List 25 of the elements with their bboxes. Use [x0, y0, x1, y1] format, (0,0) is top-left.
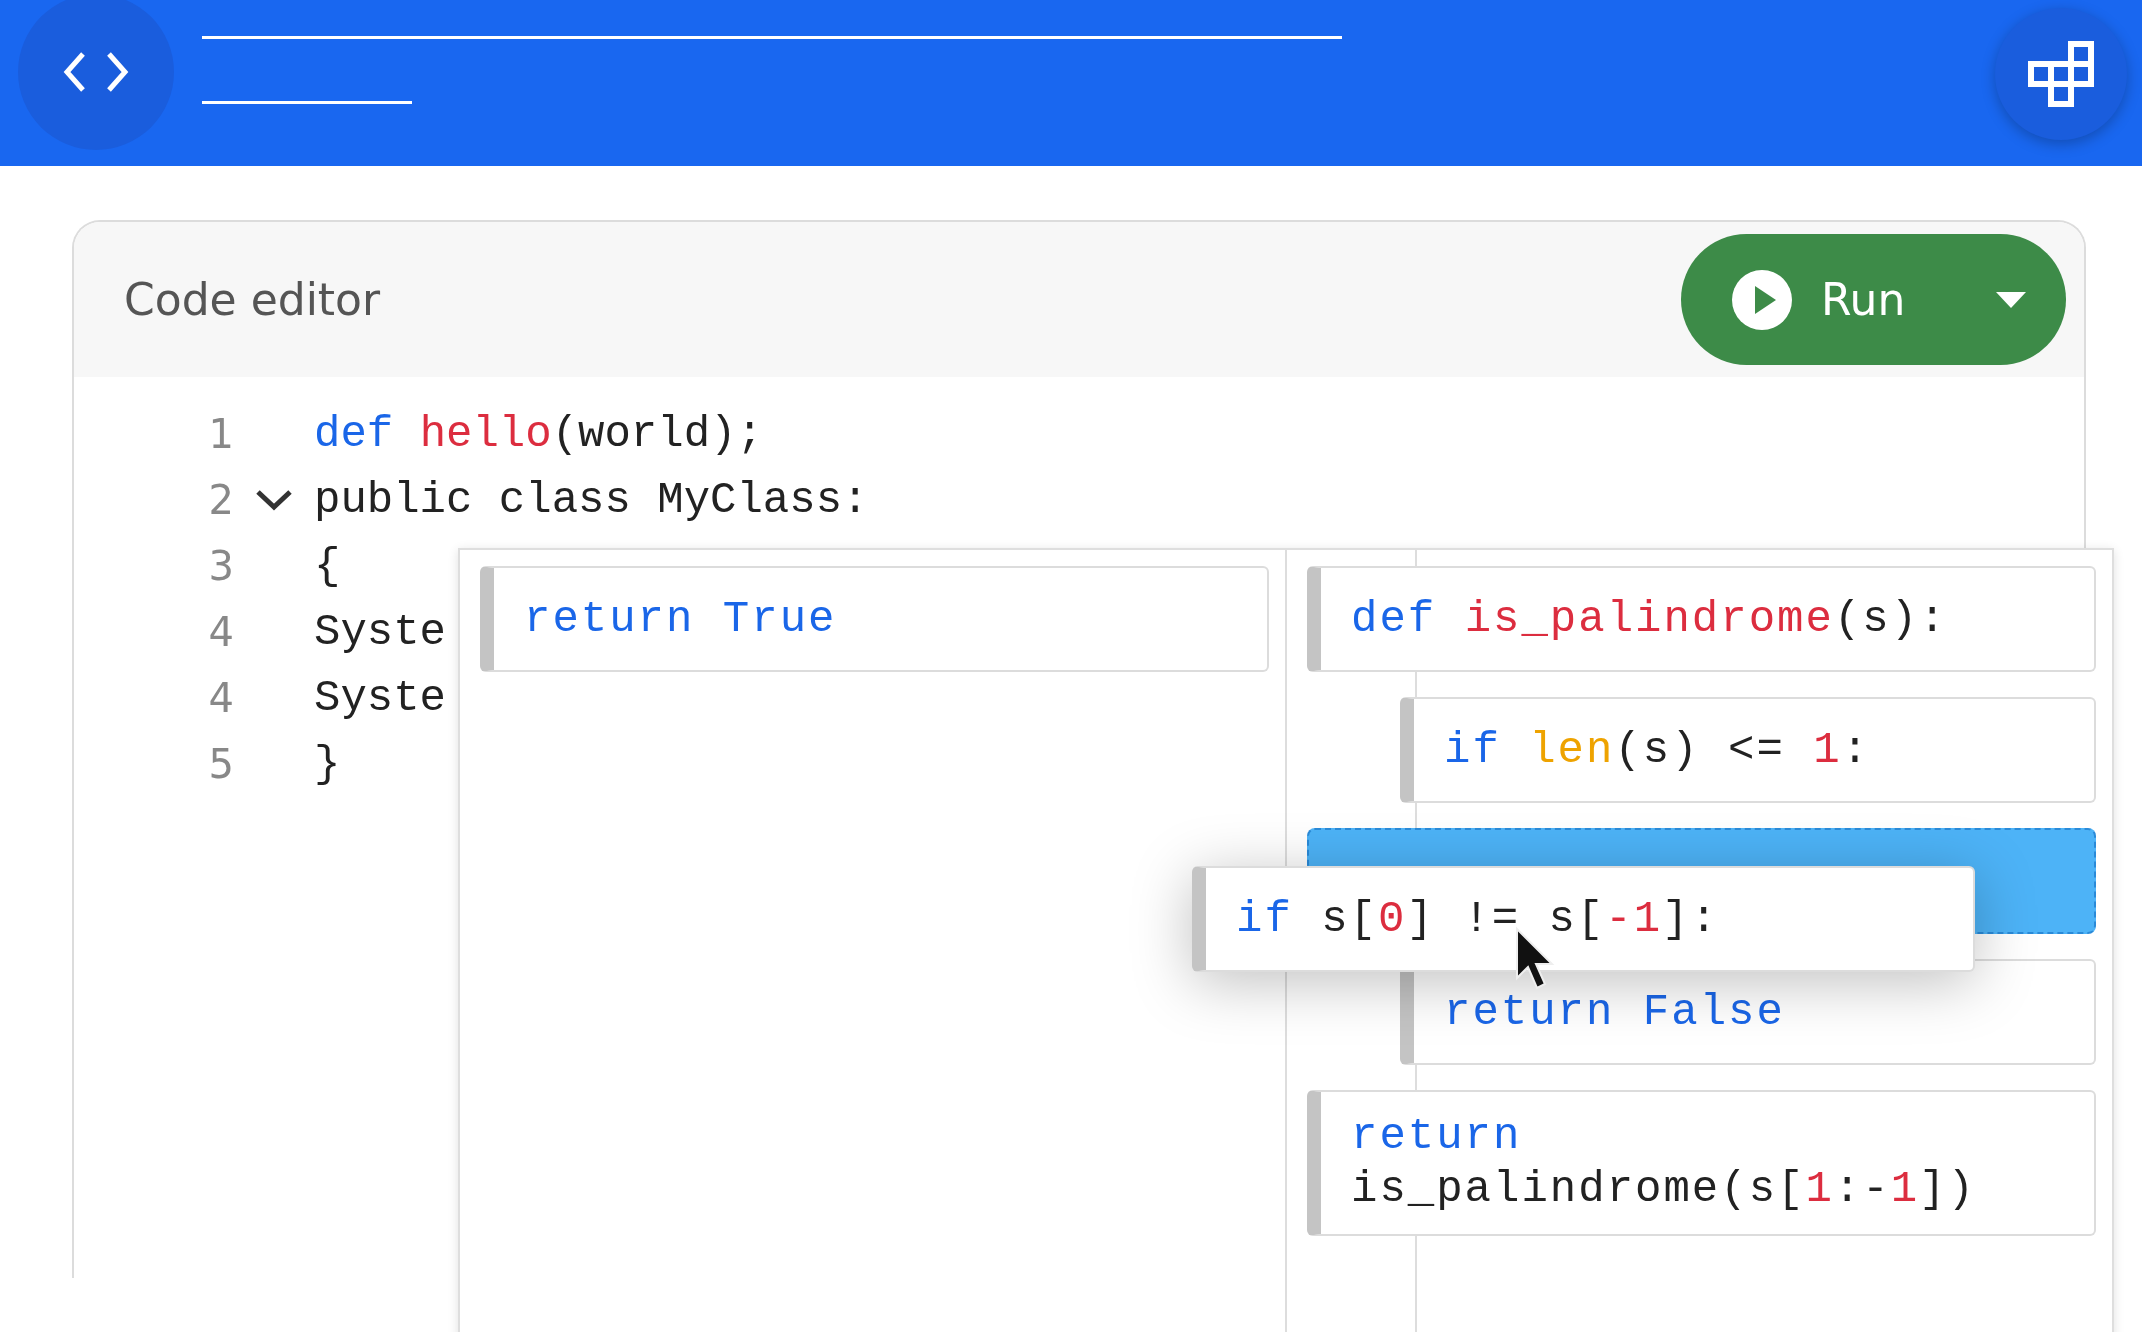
code-line: public class MyClass:: [314, 475, 869, 525]
code-line: {: [314, 541, 341, 591]
code-line: Syste: [314, 607, 447, 657]
chevron-down-icon[interactable]: [255, 489, 293, 511]
code-block[interactable]: return is_palindrome(s[1:-1]): [1307, 1090, 2096, 1236]
grid-blocks-icon: [2028, 41, 2094, 107]
code-block[interactable]: return True: [480, 566, 1269, 672]
code-line: Syste: [314, 673, 447, 723]
line-number: 1: [207, 411, 234, 457]
code-line: }: [314, 739, 341, 789]
play-icon: [1731, 268, 1793, 331]
line-number: 4: [207, 609, 234, 655]
code-brackets-icon: [63, 50, 129, 94]
code-block[interactable]: if len(s) <= 1:: [1400, 697, 2096, 803]
line-number: 3: [207, 543, 234, 589]
line-number: 5: [207, 741, 234, 787]
editor-title: Code editor: [124, 274, 381, 325]
code-line: def hello(world);: [314, 409, 763, 459]
dragged-code-block[interactable]: if s[0] != s[-1]:: [1192, 866, 1975, 972]
code-block[interactable]: def is_palindrome(s):: [1307, 566, 2096, 672]
line-number: 2: [207, 477, 234, 523]
run-button[interactable]: Run: [1681, 234, 2066, 365]
caret-icon: [1996, 291, 2026, 308]
blocks-button[interactable]: [1995, 8, 2127, 140]
line-number: 4: [207, 675, 234, 721]
